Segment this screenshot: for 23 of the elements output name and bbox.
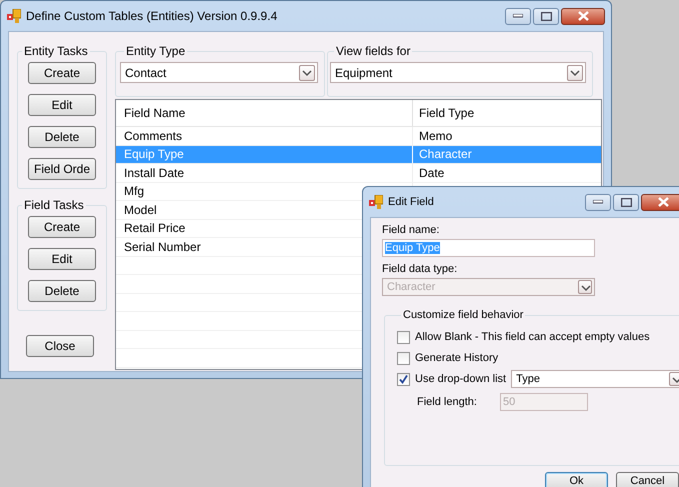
table-cell: Character <box>419 147 472 162</box>
table-cell: Date <box>419 166 444 180</box>
checkbox-label: Allow Blank - This field can accept empty values <box>415 331 650 343</box>
window-title: Define Custom Tables (Entities) Version 0.9.9.4 <box>26 9 278 23</box>
field-label: Field data type: <box>382 263 458 275</box>
dialog-title: Edit Field <box>388 196 435 208</box>
table-cell: Mfg <box>124 184 144 198</box>
checkbox-label: Use drop-down list <box>415 373 506 385</box>
field-label: View fields for <box>335 44 412 58</box>
table-cell: Retail Price <box>124 221 186 236</box>
group-title: Field Tasks <box>23 198 85 212</box>
table-cell: Install Date <box>124 166 184 180</box>
checkbox-label: Generate History <box>415 352 498 364</box>
field-label: Entity Type <box>125 44 186 58</box>
group-title: Customize field behavior <box>402 309 524 321</box>
group-title: Entity Tasks <box>23 44 89 58</box>
table-cell: Serial Number <box>124 240 201 254</box>
table-cell: Memo <box>419 128 452 143</box>
table-cell: Equip Type <box>124 147 184 162</box>
field-label: Field length: <box>417 396 478 408</box>
field-label: Field name: <box>382 224 440 236</box>
table-cell: Model <box>124 202 157 217</box>
table-cell: Comments <box>124 128 182 143</box>
